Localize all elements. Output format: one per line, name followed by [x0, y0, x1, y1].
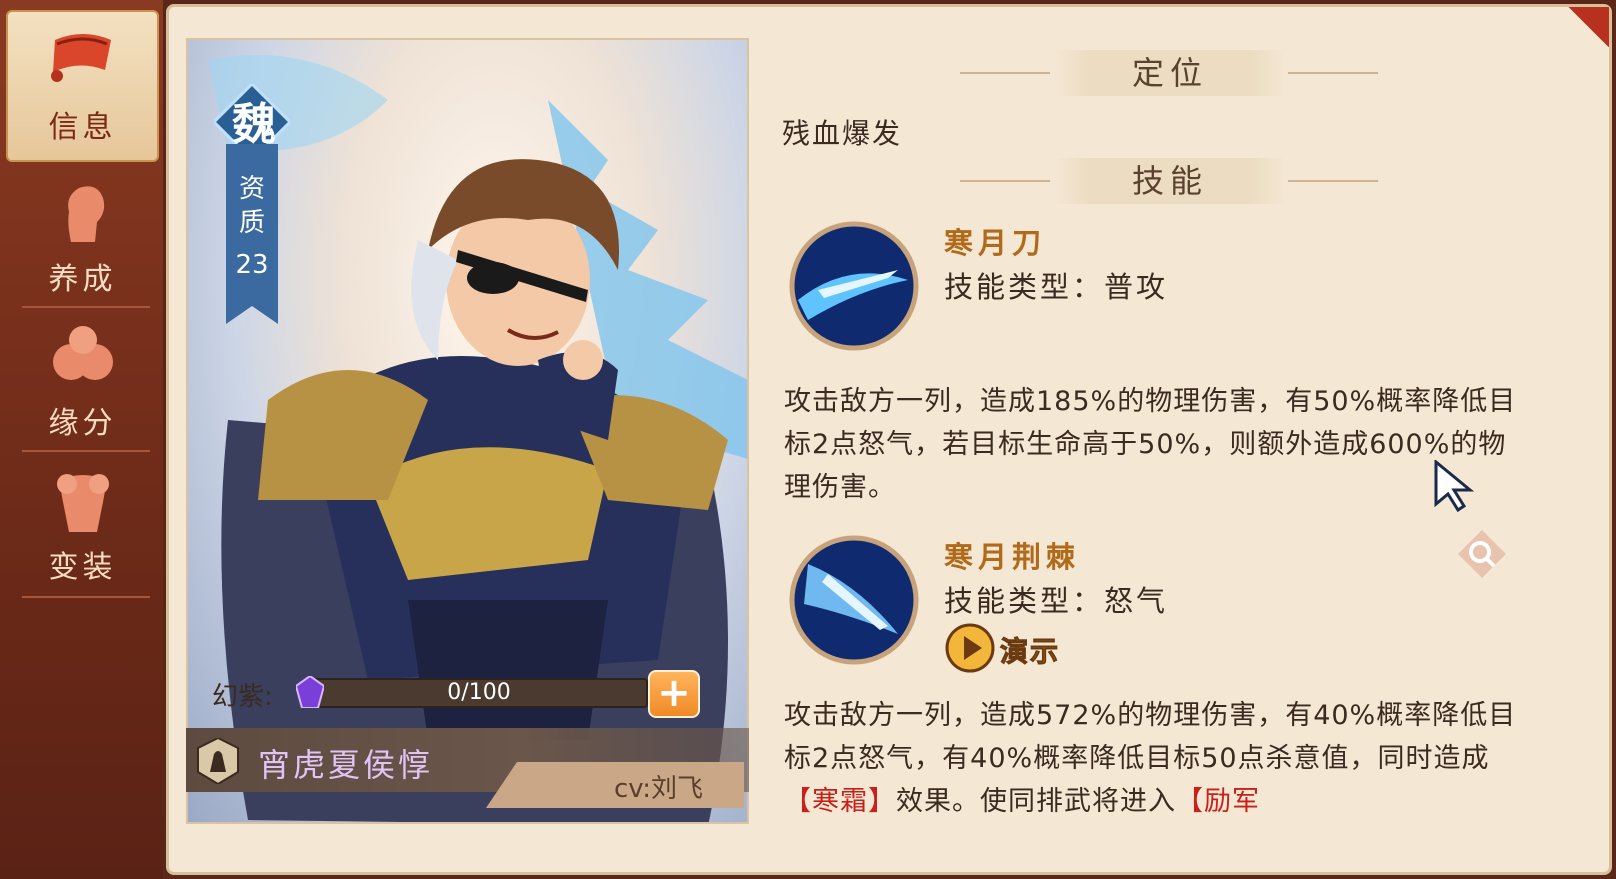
huanzi-progress-text: 0/100: [447, 680, 511, 705]
status-keyword: 【寒霜】: [784, 786, 896, 817]
divider: [1288, 180, 1378, 182]
sidebar-nav: 信息 养成 缘分 变装: [0, 0, 163, 879]
sidebar-item-label: 变装: [48, 550, 117, 585]
huanzi-label: 幻紫:: [212, 682, 273, 712]
rank-badge-icon: [197, 738, 239, 784]
desc-text: 效果。使同排武将进入: [896, 786, 1176, 817]
scroll-icon: [50, 34, 111, 82]
skills-heading: 技能: [1055, 158, 1285, 204]
mouse-cursor-icon: [1434, 460, 1475, 513]
sidebar-item-label: 养成: [48, 262, 117, 297]
role-text: 残血爆发: [782, 117, 903, 150]
head-silhouette-icon: [67, 186, 104, 242]
sidebar-item-label: 缘分: [48, 406, 117, 441]
sidebar-item-costume[interactable]: 变装: [6, 450, 159, 602]
role-heading: 定位: [1055, 50, 1285, 96]
corner-decoration: [1549, 7, 1609, 47]
sidebar-item-label: 信息: [48, 110, 117, 145]
aptitude-label: 资 质: [238, 174, 265, 238]
status-keyword: 【励军: [1176, 786, 1260, 817]
sidebar-item-develop[interactable]: 养成: [6, 162, 159, 314]
skill-type: 技能类型：普攻: [944, 270, 1169, 304]
divider: [960, 180, 1050, 182]
skill-description: 攻击敌方一列，造成185%的物理伤害，有50%概率降低目标2点怒气，若目标生命高…: [784, 386, 1517, 503]
skill-type: 技能类型：怒气: [944, 584, 1169, 618]
desc-text: 攻击敌方一列，造成572%的物理伤害，有40%概率降低目标2点怒气，有40%概率…: [784, 700, 1517, 774]
skill-name: 寒月荆棘: [944, 540, 1081, 574]
play-demo-icon[interactable]: [944, 622, 996, 674]
add-huanzi-button[interactable]: +: [648, 670, 700, 718]
skill-name: 寒月刀: [944, 226, 1047, 260]
divider: [1288, 72, 1378, 74]
skill-icon-cold-moon-thorns[interactable]: [788, 534, 920, 666]
fists-icon: [52, 326, 113, 380]
sidebar-item-bonds[interactable]: 缘分: [6, 306, 159, 458]
voice-actor: cv:刘飞: [614, 774, 704, 804]
divider: [22, 596, 150, 598]
hero-name: 宵虎夏侯惇: [258, 746, 434, 784]
skill-description: 攻击敌方一列，造成572%的物理伤害，有40%概率降低目标2点怒气，有40%概率…: [784, 694, 1519, 823]
demo-button[interactable]: 演示: [999, 630, 1060, 670]
divider: [960, 72, 1050, 74]
faction-label: 魏: [232, 99, 276, 150]
aptitude-value: 23: [235, 250, 269, 280]
armor-icon: [56, 474, 109, 532]
sidebar-item-info[interactable]: 信息: [6, 10, 159, 162]
skill-icon-cold-moon-blade[interactable]: [788, 220, 920, 352]
magnify-icon[interactable]: [1456, 528, 1508, 580]
